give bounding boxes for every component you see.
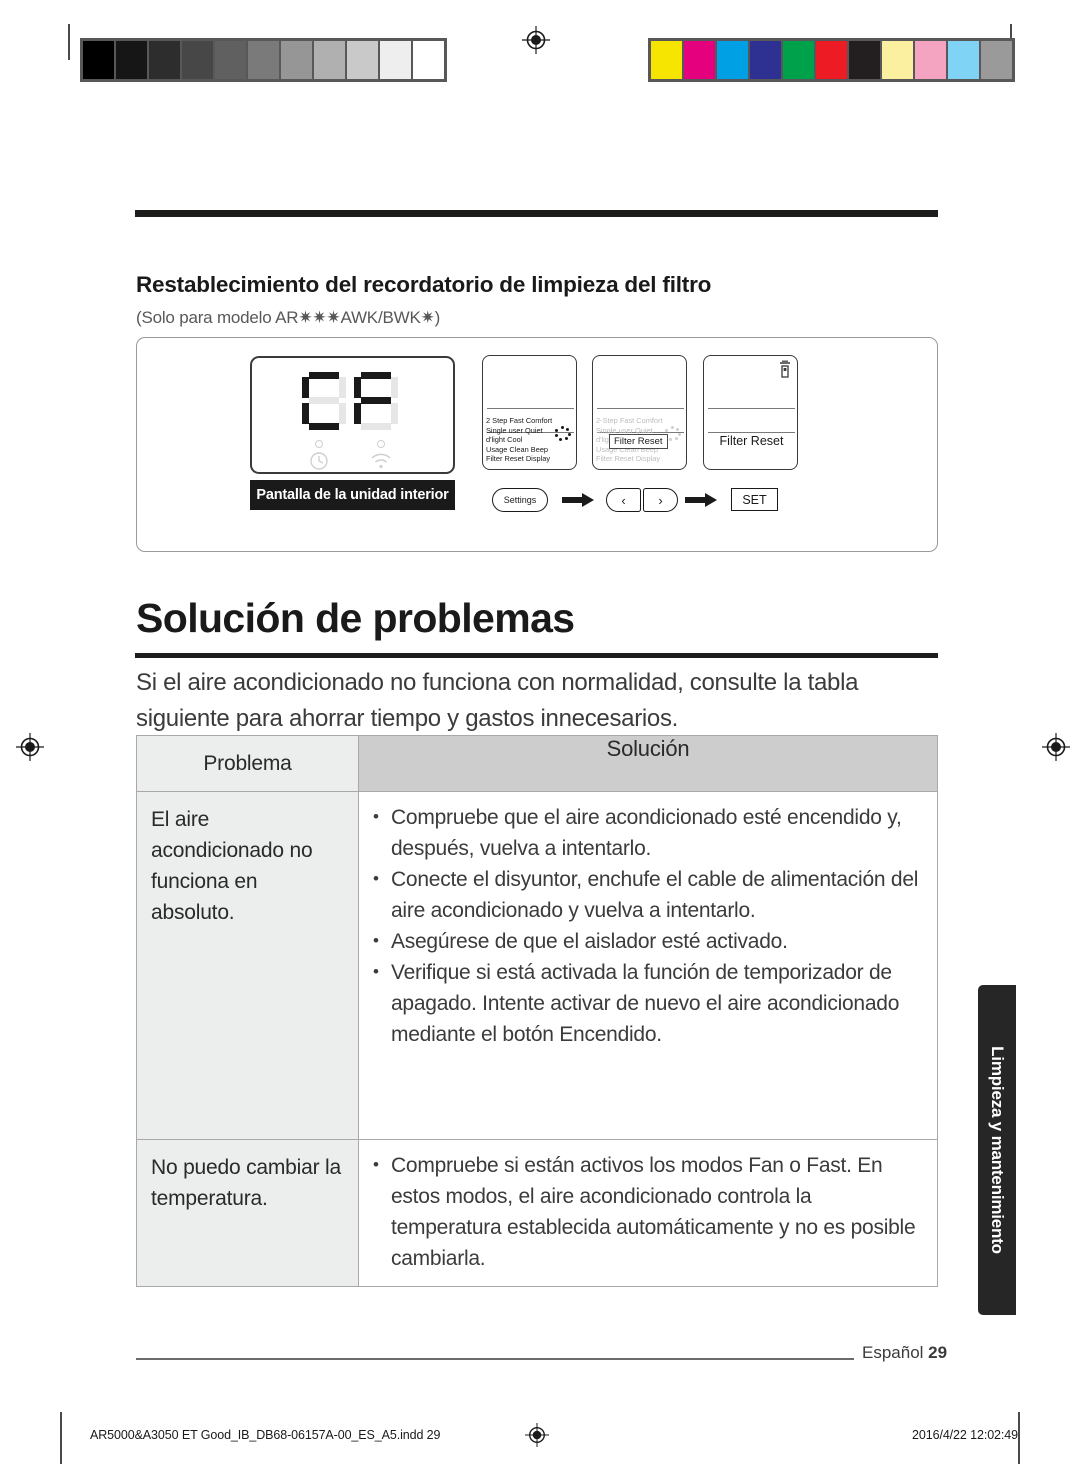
panel-1-line-4: Usage Clean Beep xyxy=(486,444,549,454)
chapter-rule xyxy=(135,653,938,658)
troubleshooting-table: Problema Solución El aire acondicionado … xyxy=(136,735,938,1287)
segment-digit-f xyxy=(354,372,398,430)
remote-panel-1: 2 Step Fast Comfort Single user Quiet d'… xyxy=(482,355,577,470)
footer-page-number: 29 xyxy=(928,1343,948,1362)
list-item: Conecte el disyuntor, enchufe el cable d… xyxy=(369,863,925,926)
display-indicators xyxy=(302,440,406,470)
solution-cell-1: Compruebe que el aire acondicionado esté… xyxy=(358,791,938,1140)
right-arrow-icon-2 xyxy=(685,493,717,507)
solution-list-1: Compruebe que el aire acondicionado esté… xyxy=(369,801,925,1050)
panel-1-line-1: 2 Step Fast Comfort xyxy=(486,416,553,425)
problem-cell-1: El aire acondicionado no funciona en abs… xyxy=(136,791,359,1140)
segment-digit-c xyxy=(302,372,346,430)
crop-tick-footer-right xyxy=(1018,1412,1020,1464)
list-item: Compruebe si están activos los modos Fan… xyxy=(369,1149,925,1274)
chapter-title: Solución de problemas xyxy=(136,595,575,641)
timer-icon xyxy=(302,440,336,470)
list-item: Asegúrese de que el aislador esté activa… xyxy=(369,925,925,957)
spinner-icon-1 xyxy=(554,426,572,442)
table-row: No puedo cambiar la temperatura. Comprue… xyxy=(136,1139,938,1287)
chapter-intro: Si el aire acondicionado no funciona con… xyxy=(136,669,859,732)
side-tab-label: Limpieza y mantenimiento xyxy=(988,1046,1007,1254)
wifi-icon xyxy=(364,440,398,470)
solution-list-2: Compruebe si están activos los modos Fan… xyxy=(369,1149,925,1274)
panel-2-line-5: Filter Reset Display xyxy=(596,454,661,464)
solution-cell-2: Compruebe si están activos los modos Fan… xyxy=(358,1139,938,1287)
column-header-problem: Problema xyxy=(136,735,359,792)
section-top-rule xyxy=(135,210,938,217)
indoor-display-caption: Pantalla de la unidad interior xyxy=(250,480,455,510)
chapter-side-tab: Limpieza y mantenimiento xyxy=(978,985,1016,1315)
set-button[interactable]: SET xyxy=(731,488,778,511)
section-subtitle: (Solo para modelo AR✷✷✷AWK/BWK✷) xyxy=(136,308,441,327)
registration-target-icon-bottom xyxy=(525,1423,549,1447)
table-header-row: Problema Solución xyxy=(136,735,938,792)
panel-1-line-5: Filter Reset Display xyxy=(486,454,551,464)
panel-3-selected-label: Filter Reset xyxy=(719,434,784,448)
remote-signal-icon xyxy=(779,360,791,380)
section-title: Restablecimiento del recordatorio de lim… xyxy=(136,272,712,297)
column-header-solution: Solución xyxy=(358,735,938,792)
list-item: Compruebe que el aire acondicionado esté… xyxy=(369,801,925,864)
table-row: El aire acondicionado no funciona en abs… xyxy=(136,791,938,1140)
footer-rule xyxy=(136,1358,854,1360)
seven-segment-display xyxy=(302,372,402,430)
prev-button[interactable]: ‹ xyxy=(606,488,641,512)
footer-file-name: AR5000&A3050 ET Good_IB_DB68-06157A-00_E… xyxy=(90,1428,441,1442)
filter-reset-callout: Filter Reset xyxy=(609,434,668,449)
next-button[interactable]: › xyxy=(643,488,678,512)
problem-cell-2: No puedo cambiar la temperatura. xyxy=(136,1139,359,1287)
indoor-unit-display xyxy=(250,356,455,474)
remote-panel-2: 2-Step Fast Comfort Single user Quiet d'… xyxy=(592,355,687,470)
footer-timestamp: 2016/4/22 12:02:49 xyxy=(912,1428,1018,1442)
list-item: Verifique si está activada la función de… xyxy=(369,956,925,1050)
footer-page-marker: Español 29 xyxy=(862,1343,947,1363)
panel-2-line-1: 2-Step Fast Comfort xyxy=(596,416,663,425)
page-content: Restablecimiento del recordatorio de lim… xyxy=(0,0,1080,1476)
button-flow: Settings ‹ › SET xyxy=(482,486,802,516)
footer-language: Español xyxy=(862,1343,924,1362)
remote-panel-3: Filter Reset xyxy=(703,355,798,470)
right-arrow-icon-1 xyxy=(562,493,594,507)
settings-button[interactable]: Settings xyxy=(492,488,548,512)
document-page: Restablecimiento del recordatorio de lim… xyxy=(0,0,1080,1476)
crop-tick-footer-left xyxy=(60,1412,62,1464)
figure-container: Pantalla de la unidad interior 2 Step Fa… xyxy=(136,337,938,552)
